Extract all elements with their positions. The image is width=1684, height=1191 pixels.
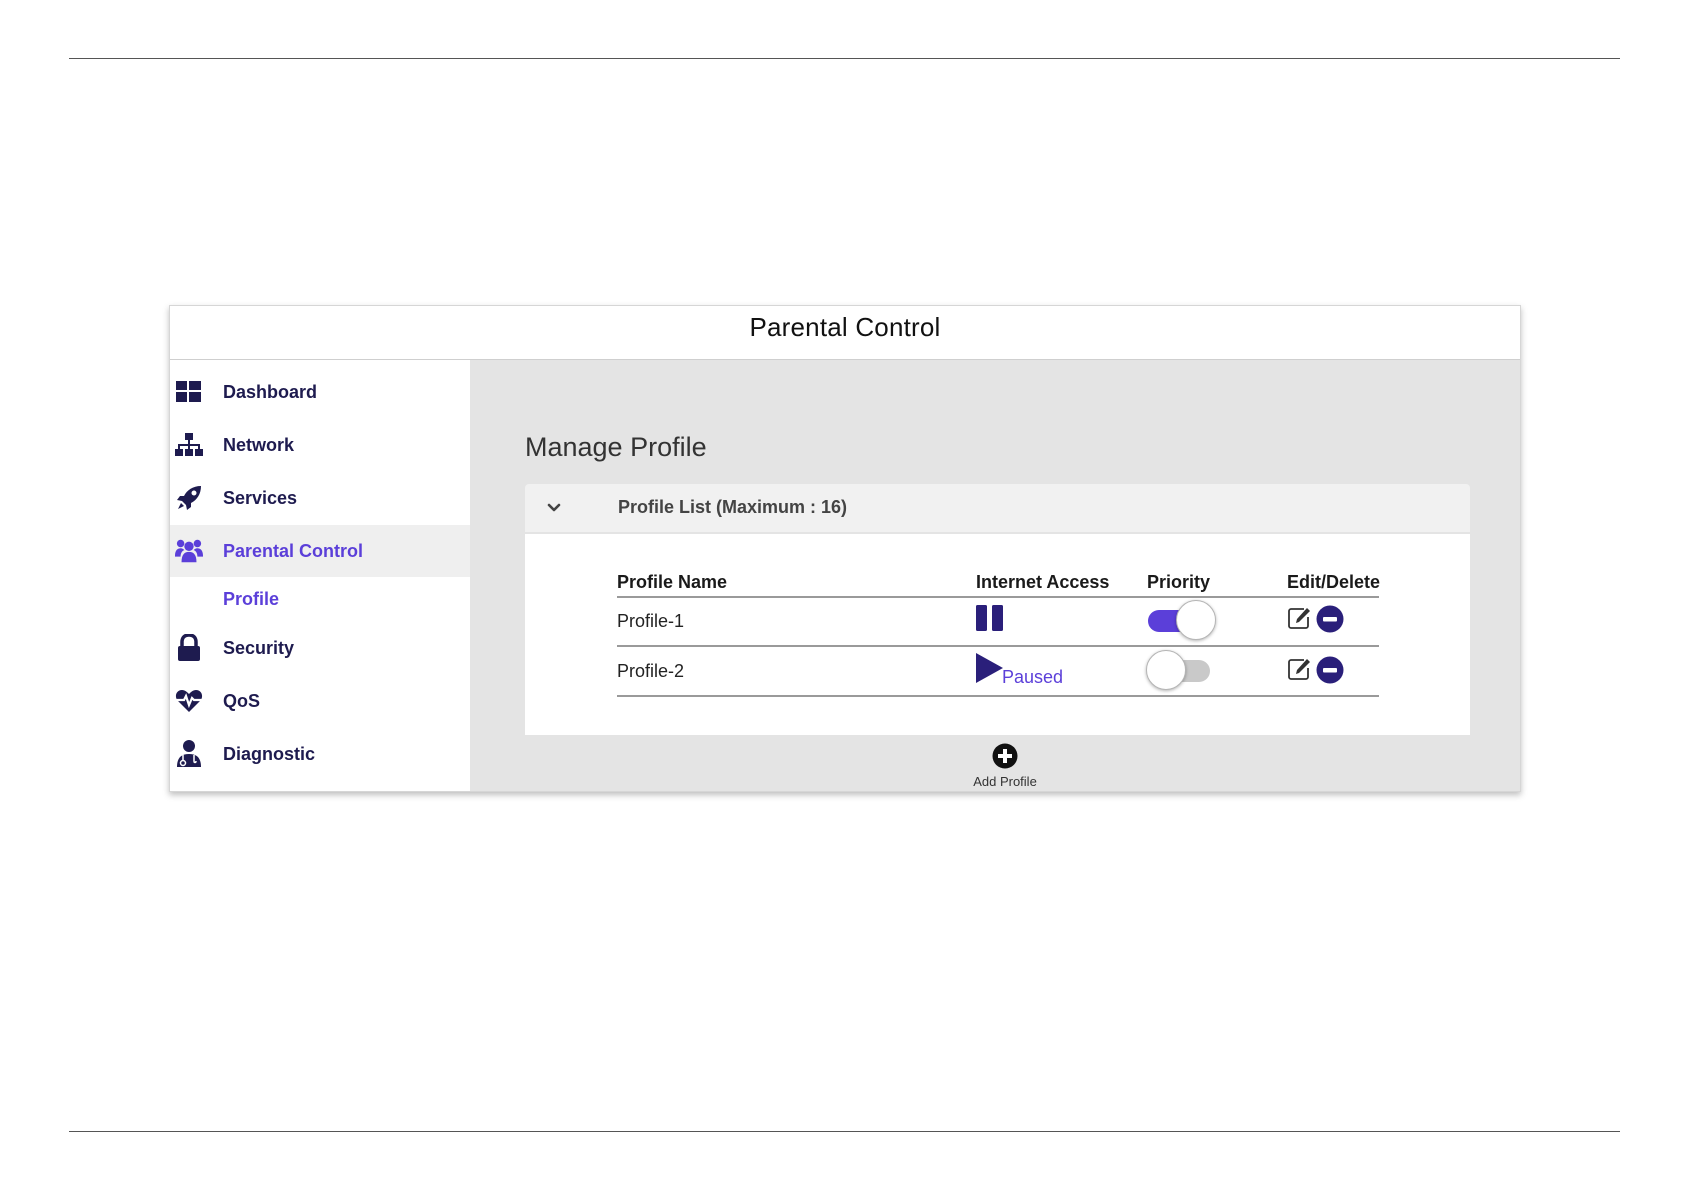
sidebar-item-parental-control[interactable]: Parental Control	[170, 525, 470, 577]
sidebar-item-label: Network	[223, 434, 295, 455]
delete-icon[interactable]	[1316, 605, 1344, 633]
row-divider	[617, 645, 1379, 647]
add-profile-label: Add Profile	[973, 774, 1037, 789]
row-divider	[617, 695, 1379, 697]
sidebar-item-label: Security	[223, 637, 295, 658]
sidebar: Dashboard Network Services Parental Cont…	[170, 360, 470, 791]
sidebar-item-qos[interactable]: QoS	[170, 675, 470, 727]
priority-toggle[interactable]	[1146, 650, 1212, 690]
chevron-down-icon[interactable]	[543, 497, 565, 519]
main-content: Manage Profile Profile List (Maximum : 1…	[470, 360, 1520, 791]
lock-icon	[175, 634, 203, 662]
title-bar: Parental Control	[170, 306, 1520, 360]
profile-list-title: Profile List (Maximum : 16)	[618, 497, 848, 517]
sidebar-item-dashboard[interactable]: Dashboard	[170, 366, 470, 418]
column-header-edit-delete: Edit/Delete	[1287, 572, 1381, 592]
page-bottom-rule	[69, 1131, 1620, 1132]
profile-list-body: Profile Name Internet Access Priority Ed…	[525, 534, 1470, 735]
header-divider	[617, 596, 1379, 598]
pause-icon[interactable]	[976, 605, 1003, 631]
sidebar-item-label: Diagnostic	[223, 743, 316, 764]
sidebar-item-services[interactable]: Services	[170, 472, 470, 524]
priority-toggle[interactable]	[1148, 600, 1216, 640]
page-top-rule	[69, 58, 1620, 59]
sidebar-item-network[interactable]: Network	[170, 419, 470, 471]
play-icon[interactable]	[976, 653, 1003, 683]
rocket-icon	[175, 484, 203, 512]
column-header-profile-name: Profile Name	[617, 572, 728, 592]
column-header-internet-access: Internet Access	[976, 572, 1110, 592]
plus-circle-icon	[992, 743, 1018, 769]
add-profile-button[interactable]: Add Profile	[965, 743, 1045, 791]
sidebar-item-label: Parental Control	[223, 540, 364, 561]
sidebar-item-label: Services	[223, 487, 298, 508]
user-md-icon	[175, 740, 203, 768]
network-icon	[175, 431, 203, 459]
edit-icon[interactable]	[1287, 606, 1311, 630]
edit-icon[interactable]	[1287, 657, 1311, 681]
sidebar-item-label: QoS	[223, 690, 261, 711]
sidebar-subitem-profile[interactable]: Profile	[223, 589, 279, 610]
dashboard-icon	[175, 378, 203, 406]
sidebar-item-diagnostic[interactable]: Diagnostic	[170, 728, 470, 780]
paused-status: Paused	[1002, 667, 1064, 687]
heartbeat-icon	[175, 687, 203, 715]
section-title: Manage Profile	[525, 432, 707, 462]
profile-name-cell: Profile-1	[617, 611, 685, 631]
sidebar-item-label: Dashboard	[223, 381, 318, 402]
profile-name-cell: Profile-2	[617, 661, 685, 681]
profile-list-header: Profile List (Maximum : 16)	[525, 484, 1470, 532]
sidebar-item-security[interactable]: Security	[170, 622, 470, 674]
column-header-priority: Priority	[1147, 572, 1211, 592]
page-title: Parental Control	[749, 312, 941, 342]
add-profile-bar: Add Profile	[525, 735, 1470, 791]
delete-icon[interactable]	[1316, 656, 1344, 684]
users-icon	[175, 537, 203, 565]
router-ui-window: Parental Control Dashboard Network Servi…	[169, 305, 1521, 792]
